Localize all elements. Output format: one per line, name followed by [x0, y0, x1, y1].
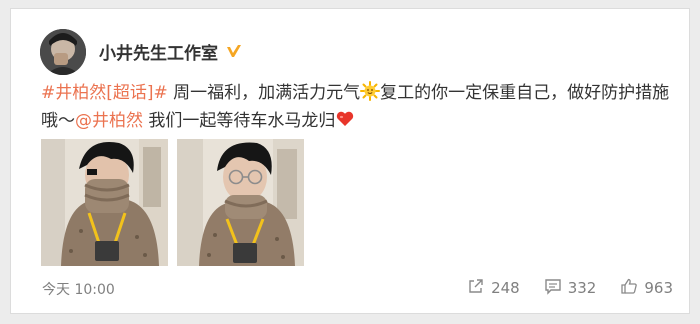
post-timestamp[interactable]: 今天 10:00: [42, 279, 115, 299]
comment-icon: [544, 277, 562, 299]
comment-count: 332: [567, 279, 597, 297]
topic-link[interactable]: #井柏然[超话]#: [41, 83, 168, 103]
avatar[interactable]: [40, 29, 86, 75]
mention-link[interactable]: @井柏然: [75, 111, 143, 131]
like-count: 963: [644, 279, 673, 297]
verified-badge-icon: [224, 42, 244, 62]
post-text-3: 我们一起等待车水马龙归: [143, 111, 336, 131]
heart-emoji-icon: [335, 109, 355, 129]
post-text-1: 周一福利，加满活力元气: [167, 83, 361, 103]
post-image-2[interactable]: [177, 139, 304, 266]
sun-emoji-icon: [360, 81, 381, 101]
comment-button[interactable]: 332: [544, 277, 597, 299]
thumbs-up-icon: [620, 277, 638, 299]
post-image-1[interactable]: [41, 139, 168, 266]
share-count: 248: [491, 279, 520, 297]
like-button[interactable]: 963: [620, 277, 673, 299]
share-icon: [467, 277, 485, 299]
post-images: [41, 139, 304, 266]
weibo-post-card: 小井先生工作室 #井柏然[超话]# 周一福利，加满活力元气 复工的你一定保重自己…: [10, 8, 690, 314]
author-name[interactable]: 小井先生工作室: [99, 39, 218, 64]
share-button[interactable]: 248: [467, 277, 520, 299]
post-actions: 248 332 963: [467, 277, 673, 299]
post-content: #井柏然[超话]# 周一福利，加满活力元气 复工的你一定保重自己，做好防护措施哦…: [41, 79, 671, 135]
